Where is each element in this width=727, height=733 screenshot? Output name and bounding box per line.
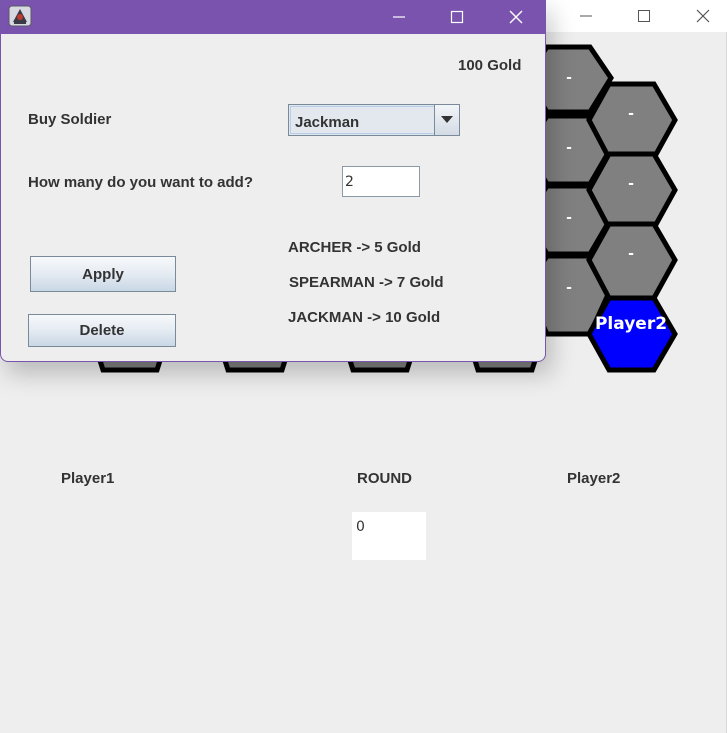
quantity-label: How many do you want to add?: [28, 174, 253, 191]
soldier-select-dropdown-button[interactable]: [434, 105, 459, 135]
hex-marker: -: [628, 176, 634, 192]
hex-marker: -: [566, 140, 572, 156]
dialog-close-button[interactable]: [493, 1, 539, 33]
hex-marker: -: [566, 210, 572, 226]
dialog-maximize-button[interactable]: [434, 1, 480, 33]
close-icon: [509, 10, 523, 24]
hex-marker: -: [566, 280, 572, 296]
java-app-icon: [8, 5, 32, 27]
minimize-icon: [393, 16, 405, 18]
soldier-type-select[interactable]: Jackman: [288, 104, 460, 136]
round-value-box: 0: [352, 512, 426, 560]
gold-amount: 100 Gold: [458, 57, 522, 74]
chevron-down-icon: [441, 116, 453, 123]
player2-hex-tile[interactable]: [586, 295, 678, 373]
hex-marker: -: [566, 70, 572, 86]
hex-marker: -: [628, 106, 634, 122]
delete-button[interactable]: Delete: [28, 314, 176, 347]
apply-button[interactable]: Apply: [30, 256, 176, 292]
round-value: 0: [356, 519, 365, 535]
buy-soldier-label: Buy Soldier: [28, 111, 112, 128]
dialog-minimize-button[interactable]: [376, 1, 422, 33]
maximize-icon: [450, 10, 464, 24]
player2-hex-label: Player2: [595, 314, 667, 334]
price-spearman: SPEARMAN -> 7 Gold: [289, 274, 444, 291]
quantity-input[interactable]: [342, 166, 420, 197]
price-jackman: JACKMAN -> 10 Gold: [288, 309, 441, 326]
buy-soldier-dialog: 100 Gold Buy Soldier Jackman How many do…: [0, 0, 546, 362]
soldier-select-value: Jackman: [295, 114, 360, 131]
dialog-titlebar: [1, 1, 546, 34]
price-archer: ARCHER -> 5 Gold: [288, 239, 421, 256]
player1-label: Player1: [61, 470, 115, 487]
round-label: ROUND: [357, 470, 412, 487]
player2-label: Player2: [567, 470, 621, 487]
soldier-select-field: Jackman: [290, 106, 435, 134]
hex-marker: -: [628, 246, 634, 262]
